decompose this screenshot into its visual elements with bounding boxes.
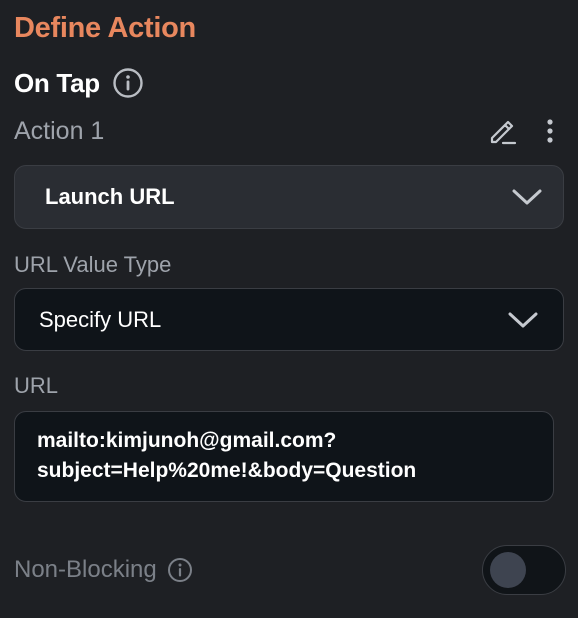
more-vertical-icon[interactable] [540, 115, 560, 147]
pencil-icon[interactable] [486, 115, 518, 147]
chevron-down-icon [512, 189, 542, 205]
toggle-knob [490, 552, 526, 588]
non-blocking-toggle[interactable] [482, 545, 566, 595]
chevron-down-icon [508, 312, 538, 327]
define-action-panel: Define Action On Tap Action 1 Launch URL… [0, 0, 578, 618]
trigger-label: On Tap [14, 67, 100, 98]
url-value-type-dropdown[interactable]: Specify URL [14, 288, 564, 351]
url-label: URL [14, 373, 59, 398]
action-type-value: Launch URL [45, 184, 175, 209]
non-blocking-label: Non-Blocking [14, 556, 157, 583]
action-label: Action 1 [14, 116, 105, 145]
url-value-line-2: subject=Help%20me!&body=Question [37, 459, 417, 482]
info-icon[interactable] [167, 557, 193, 583]
url-value-type-label: URL Value Type [14, 252, 172, 277]
non-blocking-row: Non-Blocking [14, 545, 566, 595]
panel-title: Define Action [14, 12, 196, 44]
url-value-type-value: Specify URL [39, 306, 162, 332]
url-input[interactable]: mailto:kimjunoh@gmail.com? subject=Help%… [14, 411, 554, 502]
url-value-line-1: mailto:kimjunoh@gmail.com? [37, 429, 337, 452]
info-icon[interactable] [112, 67, 144, 99]
action-type-dropdown[interactable]: Launch URL [14, 165, 564, 229]
trigger-row: On Tap [14, 64, 144, 102]
action-header-row: Action 1 [14, 112, 560, 150]
